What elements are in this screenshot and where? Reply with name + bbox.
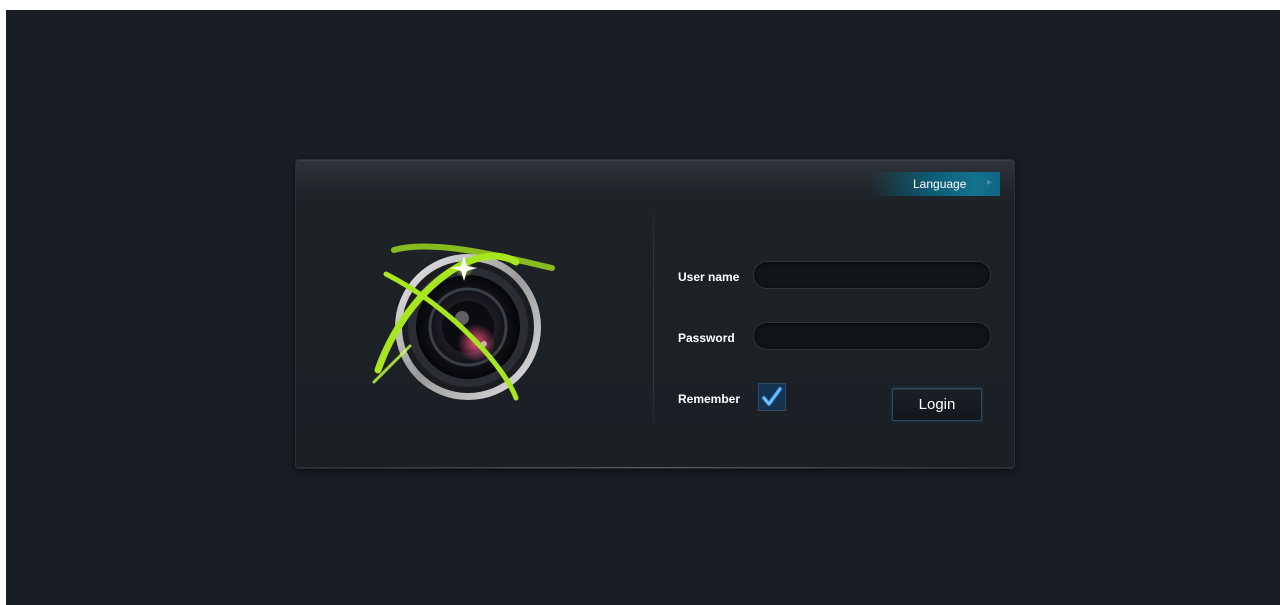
remember-label: Remember <box>678 392 741 406</box>
checkmark-icon <box>762 387 782 406</box>
chevron-right-icon: ▸ <box>986 177 992 188</box>
panel-bottom-line <box>298 467 1012 468</box>
password-label: Password <box>678 331 735 345</box>
password-input[interactable] <box>753 322 991 350</box>
language-label: Language <box>913 177 967 191</box>
login-button[interactable]: Login <box>892 388 982 421</box>
login-screen: Language ▸ User name Password Remember L… <box>6 10 1280 605</box>
camera-lens-icon <box>372 243 555 401</box>
username-input[interactable] <box>753 261 991 289</box>
login-panel: Language ▸ User name Password Remember L… <box>295 159 1015 469</box>
username-label: User name <box>678 270 740 284</box>
language-button[interactable]: Language ▸ <box>870 172 1000 196</box>
remember-checkbox[interactable] <box>758 383 786 411</box>
panel-divider <box>653 200 654 435</box>
